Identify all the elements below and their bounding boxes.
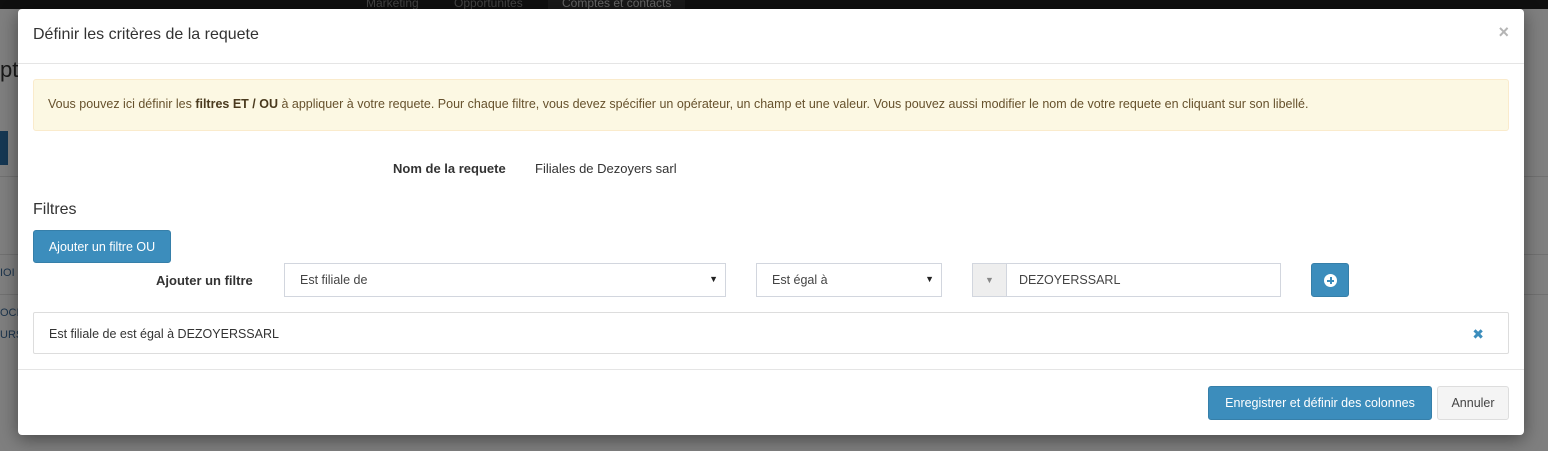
info-alert: Vous pouvez ici définir les filtres ET /… <box>33 79 1509 131</box>
modal-header: Définir les critères de la requete × <box>18 9 1524 64</box>
alert-text-before: Vous pouvez ici définir les <box>48 97 196 111</box>
caret-down-icon: ▼ <box>709 274 718 284</box>
save-and-define-columns-button[interactable]: Enregistrer et définir des colonnes <box>1208 386 1432 420</box>
query-name-value[interactable]: Filiales de Dezoyers sarl <box>535 161 677 176</box>
cancel-button[interactable]: Annuler <box>1437 386 1509 420</box>
modal-footer: Enregistrer et définir des colonnes Annu… <box>18 369 1524 435</box>
query-criteria-modal: Définir les critères de la requete × Vou… <box>18 9 1524 435</box>
close-icon[interactable]: × <box>1498 23 1509 41</box>
value-dropdown-toggle[interactable]: ▼ <box>972 263 1006 297</box>
field-select-value: Est filiale de <box>300 273 368 287</box>
add-filter-label: Ajouter un filtre <box>156 273 253 288</box>
modal-title: Définir les critères de la requete <box>33 26 259 43</box>
filters-heading: Filtres <box>33 201 77 218</box>
active-filter-list: Est filiale de est égal à DEZOYERSSARL ✖ <box>33 312 1509 354</box>
alert-text-after: à appliquer à votre requete. Pour chaque… <box>277 97 1309 111</box>
add-filter-button[interactable] <box>1311 263 1349 297</box>
active-filter-item: Est filiale de est égal à DEZOYERSSARL <box>49 327 279 341</box>
value-input[interactable]: DEZOYERSSARL <box>1006 263 1281 297</box>
alert-text-bold: filtres ET / OU <box>195 97 278 111</box>
operator-select[interactable]: Est égal à ▼ <box>756 263 942 297</box>
field-select[interactable]: Est filiale de ▼ <box>284 263 726 297</box>
add-or-filter-button[interactable]: Ajouter un filtre OU <box>33 230 171 263</box>
caret-down-icon: ▼ <box>985 275 994 285</box>
plus-circle-icon <box>1324 274 1337 287</box>
operator-select-value: Est égal à <box>772 273 828 287</box>
caret-down-icon: ▼ <box>925 274 934 284</box>
remove-filter-icon[interactable]: ✖ <box>1472 326 1484 343</box>
query-name-label: Nom de la requete <box>393 161 506 176</box>
